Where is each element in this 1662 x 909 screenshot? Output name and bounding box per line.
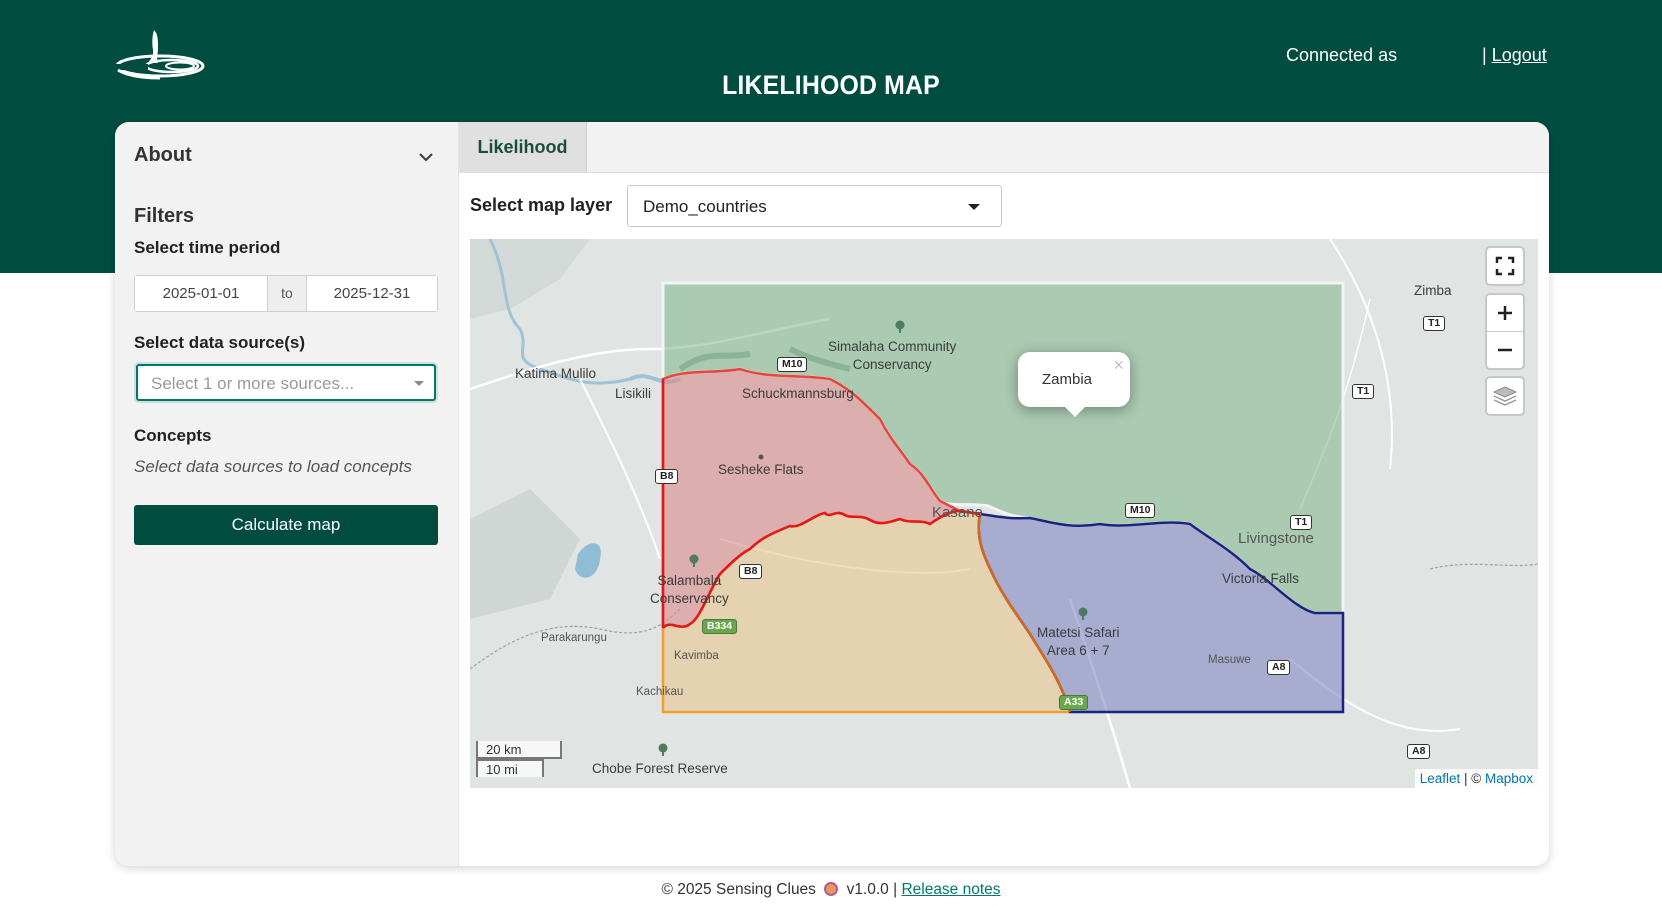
place-matetsi: Matetsi Safari Area 6 + 7	[1037, 625, 1120, 658]
map-layer-select[interactable]: Demo_countries	[627, 185, 1002, 227]
scale-mi: 10 mi	[476, 759, 544, 777]
road-shield-m10: M10	[1125, 503, 1156, 518]
footer-version: v1.0.0 |	[846, 881, 898, 898]
concepts-label: Concepts	[134, 426, 212, 445]
connected-as-label: Connected as	[1286, 45, 1398, 65]
caret-down-icon	[968, 204, 980, 210]
road-shield-a8: A8	[1267, 660, 1291, 675]
tab-likelihood[interactable]: Likelihood	[459, 122, 587, 173]
data-source-placeholder: Select 1 or more sources...	[151, 374, 355, 393]
attribution-separator: | ©	[1460, 771, 1485, 786]
zoom-in-button[interactable]	[1487, 295, 1523, 331]
sidebar: About Filters Select time period to Sele…	[115, 122, 459, 866]
place-simalaha: Simalaha Community Conservancy	[828, 338, 956, 374]
map-layer-label: Select map layer	[470, 195, 613, 215]
road-shield-b8: B8	[655, 469, 679, 484]
date-from-input[interactable]	[135, 276, 267, 311]
map-attribution: Leaflet | © Mapbox	[1414, 769, 1538, 788]
place-schuckmannsburg: Schuckmannsburg	[742, 386, 854, 401]
place-chobe-forest-reserve: Chobe Forest Reserve	[592, 761, 728, 776]
zoom-control	[1485, 293, 1525, 370]
zoom-out-button[interactable]	[1487, 332, 1523, 368]
place-sesheke-flats: Sesheke Flats	[718, 462, 804, 477]
release-notes-link[interactable]: Release notes	[901, 881, 1000, 898]
road-shield-b8: B8	[739, 564, 763, 579]
calculate-map-button[interactable]: Calculate map	[134, 505, 438, 545]
fullscreen-control[interactable]	[1485, 246, 1525, 286]
close-icon[interactable]: ×	[1113, 355, 1124, 376]
chevron-down-icon	[419, 153, 433, 162]
main-card: About Filters Select time period to Sele…	[115, 122, 1549, 866]
place-zimba: Zimba	[1414, 283, 1452, 298]
about-accordion[interactable]: About	[134, 144, 439, 174]
page-title: LIKELIHOOD MAP	[722, 70, 940, 100]
place-salambala: Salambala Conservancy	[650, 573, 729, 606]
road-shield-a33: A33	[1059, 695, 1089, 710]
road-shield-m10: M10	[777, 357, 808, 372]
minus-icon	[1498, 348, 1512, 352]
plus-icon	[1498, 306, 1512, 320]
concepts-hint: Select data sources to load concepts	[134, 457, 412, 476]
place-kasane: Kasane	[932, 504, 983, 521]
map-base	[470, 239, 1538, 788]
data-source-label: Select data source(s)	[134, 333, 306, 352]
about-label: About	[134, 144, 192, 166]
road-shield-t1: T1	[1290, 515, 1313, 530]
road-shield-t1: T1	[1423, 316, 1446, 331]
sensing-clues-badge-icon	[824, 882, 839, 896]
date-to-input[interactable]	[307, 276, 437, 311]
popup-text: Zambia	[1042, 371, 1093, 388]
footer-copyright: © 2025 Sensing Clues	[661, 881, 816, 898]
place-katima-mulilo: Katima Mulilo	[515, 366, 597, 381]
place-victoria-falls: Victoria Falls	[1222, 571, 1300, 586]
layers-control[interactable]	[1485, 376, 1525, 416]
filters-title: Filters	[134, 205, 195, 227]
logout-separator: |	[1482, 45, 1487, 65]
map-layer-value: Demo_countries	[643, 197, 767, 216]
layers-icon	[1487, 378, 1523, 414]
logout-link[interactable]: Logout	[1492, 45, 1547, 65]
logout-area: | Logout	[1482, 45, 1547, 66]
place-parakarungu: Parakarungu	[541, 632, 607, 644]
data-source-select[interactable]: Select 1 or more sources...	[136, 364, 436, 401]
map-view[interactable]: Simalaha Community Conservancy Katima Mu…	[470, 239, 1538, 788]
place-lisikili: Lisikili	[615, 386, 652, 401]
footer: © 2025 Sensing Clues v1.0.0 | Release no…	[0, 881, 1662, 899]
caret-down-icon	[414, 381, 424, 386]
place-simalaha-text: Simalaha Community Conservancy	[828, 339, 957, 372]
time-period-label: Select time period	[134, 238, 281, 257]
date-range: to	[134, 275, 438, 312]
place-livingstone: Livingstone	[1238, 530, 1314, 547]
road-shield-b334: B334	[702, 619, 738, 634]
date-to-separator: to	[267, 276, 307, 311]
place-kachikau: Kachikau	[636, 686, 684, 698]
scale-km: 20 km	[476, 741, 562, 759]
road-shield-t1: T1	[1352, 384, 1375, 399]
leaflet-link[interactable]: Leaflet	[1420, 771, 1461, 786]
place-kavimba: Kavimba	[674, 650, 719, 662]
fullscreen-icon	[1487, 248, 1523, 284]
place-masuwe: Masuwe	[1208, 654, 1251, 666]
mapbox-link[interactable]: Mapbox	[1485, 771, 1533, 786]
road-shield-a8: A8	[1407, 744, 1431, 759]
tabs-bar: Likelihood	[459, 122, 1549, 173]
map-popup: Zambia ×	[1018, 352, 1130, 417]
